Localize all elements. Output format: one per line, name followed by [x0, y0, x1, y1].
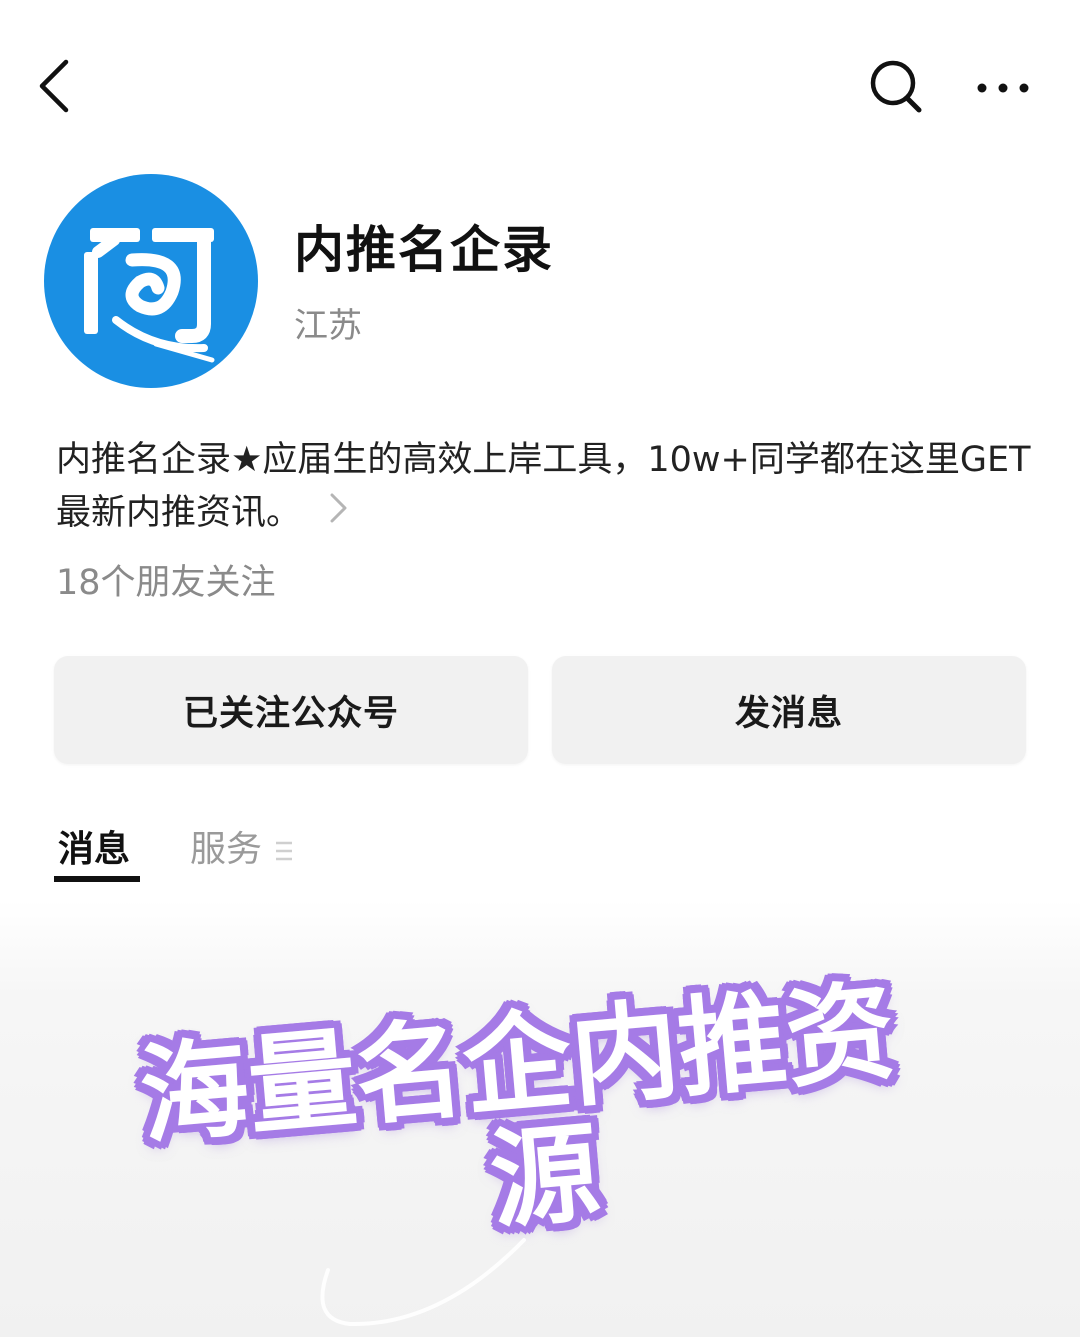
tab-bar: 消息 服务: [0, 820, 1080, 890]
description-text: 内推名企录★应届生的高效上岸工具，10w+同学都在这里GET最新内推资讯。: [56, 440, 1031, 533]
followed-account-button[interactable]: 已关注公众号: [54, 656, 528, 764]
account-description[interactable]: 内推名企录★应届生的高效上岸工具，10w+同学都在这里GET最新内推资讯。: [56, 434, 1036, 541]
send-message-button[interactable]: 发消息: [552, 656, 1026, 764]
more-button[interactable]: [968, 58, 1040, 118]
search-button[interactable]: [862, 52, 930, 120]
back-button[interactable]: [28, 52, 92, 116]
top-bar: [0, 0, 1080, 170]
services-menu[interactable]: [274, 838, 294, 868]
chevron-left-icon: [39, 59, 69, 113]
account-logo-icon: [44, 174, 258, 388]
swoosh-icon: [320, 1238, 526, 1327]
overlay-caption-line2: 源: [485, 1110, 605, 1245]
more-dots-icon: [977, 83, 1029, 93]
account-region: 江苏: [294, 306, 362, 346]
tab-services[interactable]: 服务: [190, 820, 262, 872]
account-avatar[interactable]: [44, 174, 258, 388]
friends-following-count[interactable]: 18个朋友关注: [56, 554, 276, 605]
search-icon: [870, 60, 922, 113]
tab-messages[interactable]: 消息: [58, 820, 130, 872]
menu-lines-icon: [276, 841, 292, 861]
active-tab-indicator: [54, 876, 140, 882]
chevron-right-icon: [330, 493, 347, 522]
decorative-swoosh: [300, 1230, 540, 1334]
account-name: 内推名企录: [294, 221, 554, 279]
